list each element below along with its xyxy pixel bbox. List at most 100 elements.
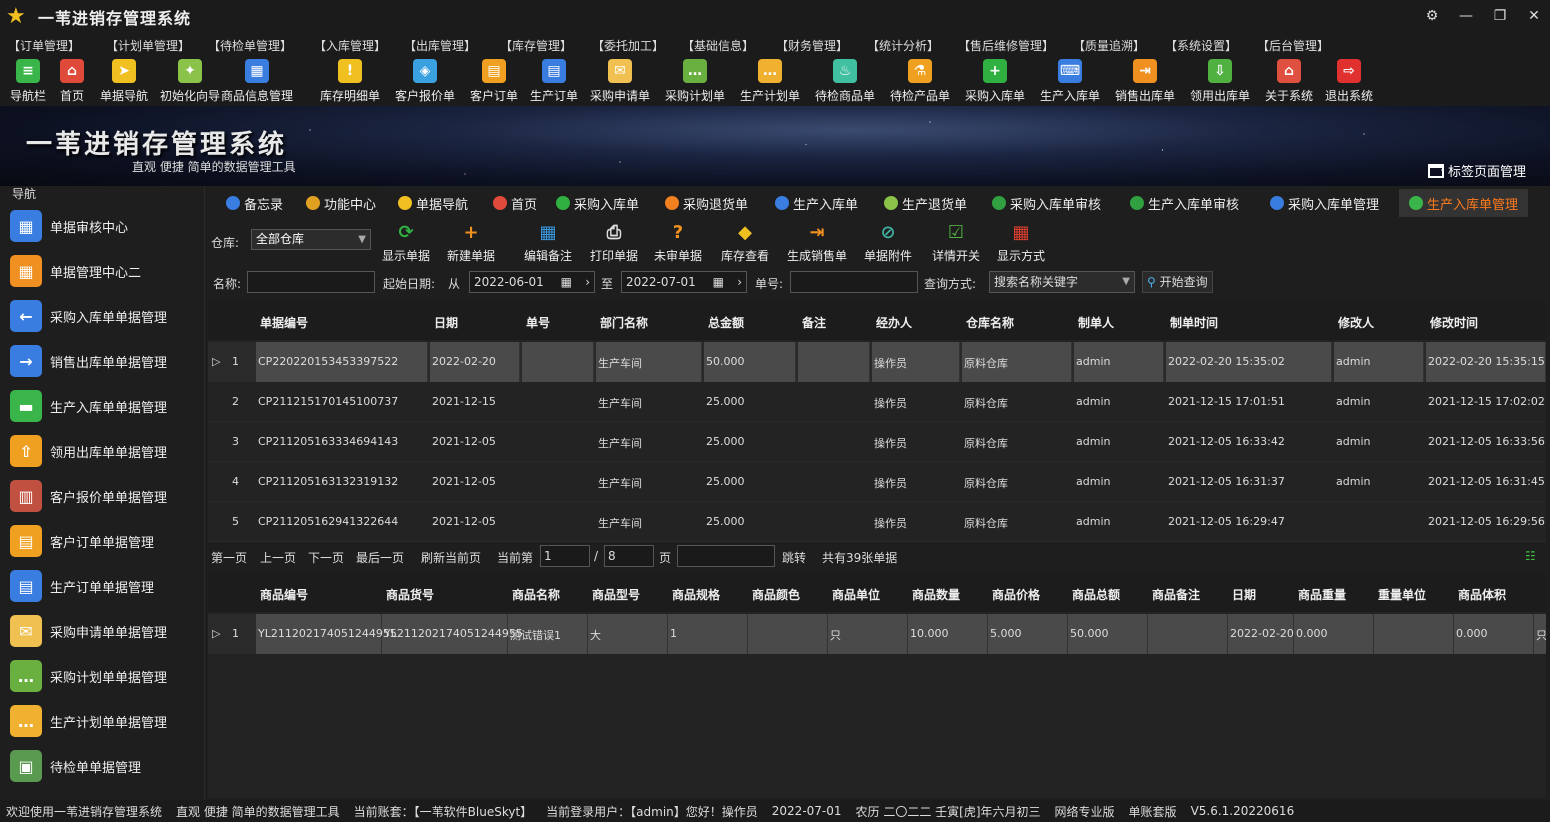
toolbar-button[interactable]: ▤ 生产订单 bbox=[530, 56, 578, 106]
menu-item[interactable]: 【财务管理】 bbox=[776, 37, 848, 54]
close-icon[interactable]: ✕ bbox=[1524, 6, 1544, 26]
query-mode-select[interactable]: 搜索名称关键字 ▼ bbox=[989, 271, 1135, 293]
column-header[interactable]: 商品单位 bbox=[832, 586, 880, 603]
column-header[interactable]: 商品名称 bbox=[512, 586, 560, 603]
menu-item[interactable]: 【售后维修管理】 bbox=[958, 37, 1054, 54]
toolbar-button[interactable]: ▦ 商品信息管理 bbox=[221, 56, 293, 106]
column-header[interactable]: 修改人 bbox=[1338, 314, 1374, 331]
warehouse-select[interactable]: 全部仓库 ▼ bbox=[251, 229, 371, 250]
tab[interactable]: 采购入库单管理 bbox=[1260, 189, 1389, 217]
tab[interactable]: 单据导航 bbox=[388, 189, 478, 217]
toolbar-button[interactable]: ⇨ 退出系统 bbox=[1325, 56, 1373, 106]
column-header[interactable]: 单号 bbox=[526, 314, 550, 331]
toolbar-button[interactable]: ! 库存明细单 bbox=[320, 56, 380, 106]
action-button[interactable]: ▦ 显示方式 bbox=[997, 219, 1045, 264]
column-header[interactable]: 备注 bbox=[802, 314, 826, 331]
column-header[interactable]: 商品总额 bbox=[1072, 586, 1120, 603]
toolbar-button[interactable]: ⇥ 销售出库单 bbox=[1115, 56, 1175, 106]
nav-item[interactable]: ← 采购入库单单据管理 bbox=[0, 296, 205, 336]
menu-item[interactable]: 【出库管理】 bbox=[404, 37, 476, 54]
tab[interactable]: 采购退货单 bbox=[655, 189, 758, 217]
nav-item[interactable]: ▦ 单据审核中心 bbox=[0, 206, 205, 246]
menu-item[interactable]: 【后台管理】 bbox=[1257, 37, 1329, 54]
last-page-button[interactable]: 最后一页 bbox=[356, 549, 404, 566]
toolbar-button[interactable]: ♨ 待检商品单 bbox=[815, 56, 875, 106]
menu-item[interactable]: 【基础信息】 bbox=[682, 37, 754, 54]
tab[interactable]: 生产退货单 bbox=[874, 189, 977, 217]
menu-item[interactable]: 【质量追溯】 bbox=[1073, 37, 1145, 54]
nav-item[interactable]: ✉ 采购申请单单据管理 bbox=[0, 611, 205, 651]
maximize-icon[interactable]: ❐ bbox=[1490, 6, 1510, 26]
column-header[interactable]: 总金额 bbox=[708, 314, 744, 331]
jump-page-input[interactable] bbox=[677, 545, 775, 567]
column-header[interactable]: 制单时间 bbox=[1170, 314, 1218, 331]
table-row[interactable]: 3 CP211205163334694143 2021-12-05 生产车间 25.00… bbox=[208, 422, 1546, 462]
nav-item[interactable]: → 销售出库单单据管理 bbox=[0, 341, 205, 381]
table-row[interactable]: 5 CP211205162941322644 2021-12-05 生产车间 25.00… bbox=[208, 502, 1546, 542]
action-button[interactable]: ◆ 库存查看 bbox=[721, 219, 769, 264]
menu-item[interactable]: 【库存管理】 bbox=[500, 37, 572, 54]
menu-item[interactable]: 【入库管理】 bbox=[314, 37, 386, 54]
menu-item[interactable]: 【系统设置】 bbox=[1165, 37, 1237, 54]
column-settings-icon[interactable]: ☷ bbox=[1525, 549, 1536, 563]
column-header[interactable]: 部门名称 bbox=[600, 314, 648, 331]
doc-no-input[interactable] bbox=[790, 271, 918, 293]
column-header[interactable]: 修改时间 bbox=[1430, 314, 1478, 331]
menu-item[interactable]: 【统计分析】 bbox=[867, 37, 939, 54]
toolbar-button[interactable]: ⌨ 生产入库单 bbox=[1040, 56, 1100, 106]
toolbar-button[interactable]: ➤ 单据导航 bbox=[100, 56, 148, 106]
table-row[interactable]: 2 CP211215170145100737 2021-12-15 生产车间 25.00… bbox=[208, 382, 1546, 422]
next-page-button[interactable]: 下一页 bbox=[308, 549, 344, 566]
toolbar-button[interactable]: ◈ 客户报价单 bbox=[395, 56, 455, 106]
table-row[interactable]: ▷ 1 YL211202174051244955 YL2112021740512449… bbox=[208, 614, 1546, 654]
column-header[interactable]: 日期 bbox=[434, 314, 458, 331]
table-row[interactable]: ▷ 1 CP220220153453397522 2022-02-20 生产车间 50.0… bbox=[208, 342, 1546, 382]
action-button[interactable]: ⎙ 打印单据 bbox=[590, 219, 638, 264]
toolbar-button[interactable]: + 采购入库单 bbox=[965, 56, 1025, 106]
column-header[interactable]: 经办人 bbox=[876, 314, 912, 331]
toolbar-button[interactable]: ⚗ 待检产品单 bbox=[890, 56, 950, 106]
toolbar-button[interactable]: ▤ 客户订单 bbox=[470, 56, 518, 106]
prev-page-button[interactable]: 上一页 bbox=[260, 549, 296, 566]
toolbar-button[interactable]: … 生产计划单 bbox=[740, 56, 800, 106]
nav-item[interactable]: ⇧ 领用出库单单据管理 bbox=[0, 431, 205, 471]
column-header[interactable]: 商品型号 bbox=[592, 586, 640, 603]
current-page-input[interactable]: 1 bbox=[540, 545, 590, 567]
jump-button[interactable]: 跳转 bbox=[782, 549, 806, 566]
action-button[interactable]: + 新建单据 bbox=[447, 219, 495, 264]
menu-item[interactable]: 【计划单管理】 bbox=[106, 37, 190, 54]
menu-item[interactable]: 【待检单管理】 bbox=[208, 37, 292, 54]
first-page-button[interactable]: 第一页 bbox=[211, 549, 247, 566]
nav-item[interactable]: ▦ 单据管理中心二 bbox=[0, 251, 205, 291]
tab[interactable]: 备忘录 bbox=[216, 189, 293, 217]
tab[interactable]: 生产入库单管理 bbox=[1399, 189, 1529, 217]
tab[interactable]: 功能中心 bbox=[296, 189, 386, 217]
toolbar-button[interactable]: ≡ 导航栏 bbox=[10, 56, 46, 106]
nav-item[interactable]: ▥ 客户报价单单据管理 bbox=[0, 476, 205, 516]
action-button[interactable]: ? 未审单据 bbox=[654, 219, 702, 264]
column-header[interactable]: 商品备注 bbox=[1152, 586, 1200, 603]
from-date-picker[interactable]: 2022-06-01 ▦ › bbox=[469, 271, 595, 293]
column-header[interactable]: 仓库名称 bbox=[966, 314, 1014, 331]
minimize-icon[interactable]: — bbox=[1456, 6, 1476, 26]
menu-item[interactable]: 【委托加工】 bbox=[592, 37, 664, 54]
action-button[interactable]: ⊘ 单据附件 bbox=[864, 219, 912, 264]
column-header[interactable]: 商品价格 bbox=[992, 586, 1040, 603]
search-button[interactable]: ⚲ 开始查询 bbox=[1142, 271, 1213, 293]
action-button[interactable]: ⇥ 生成销售单 bbox=[787, 219, 847, 264]
to-date-picker[interactable]: 2022-07-01 ▦ › bbox=[621, 271, 747, 293]
column-header[interactable]: 商品颜色 bbox=[752, 586, 800, 603]
refresh-page-button[interactable]: 刷新当前页 bbox=[421, 549, 481, 566]
column-header[interactable]: 商品编号 bbox=[260, 586, 308, 603]
column-header[interactable]: 商品规格 bbox=[672, 586, 720, 603]
nav-item[interactable]: ▤ 生产订单单据管理 bbox=[0, 566, 205, 606]
menu-item[interactable]: 【订单管理】 bbox=[8, 37, 80, 54]
column-header[interactable]: 单据编号 bbox=[260, 314, 308, 331]
tab-manager-button[interactable]: 标签页面管理 bbox=[1427, 161, 1526, 180]
tab[interactable]: 首页 bbox=[483, 189, 547, 217]
toolbar-button[interactable]: … 采购计划单 bbox=[665, 56, 725, 106]
table-row[interactable]: 4 CP211205163132319132 2021-12-05 生产车间 25.00… bbox=[208, 462, 1546, 502]
nav-item[interactable]: ▤ 客户订单单据管理 bbox=[0, 521, 205, 561]
column-header[interactable]: 日期 bbox=[1232, 586, 1256, 603]
column-header[interactable]: 商品体积 bbox=[1458, 586, 1506, 603]
